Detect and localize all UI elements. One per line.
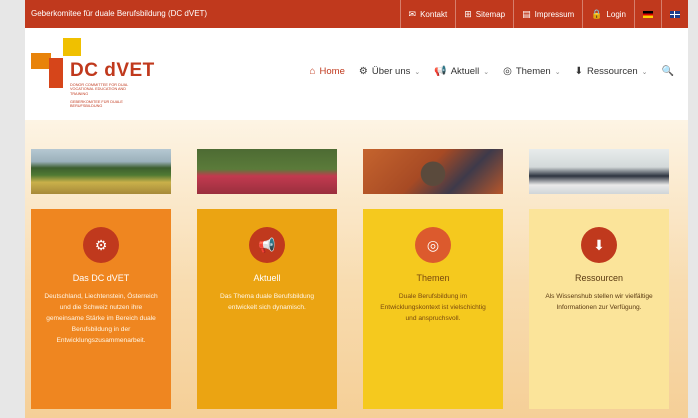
nav-aktuell[interactable]: 📢 Aktuell ⌄	[434, 66, 489, 77]
card-title: Aktuell	[253, 273, 281, 283]
page: Geberkomitee für duale Berufsbildung (DC…	[25, 0, 688, 418]
nav-themen-label: Themen	[515, 66, 551, 77]
impressum-link[interactable]: ▤ Impressum	[513, 0, 582, 28]
megaphone-icon: 📢	[249, 227, 285, 263]
chevron-down-icon: ⌄	[554, 68, 561, 76]
hero-section: ⚙ Das DC dVET Deutschland, Liechtenstein…	[25, 120, 688, 418]
gears-icon: ⚙	[358, 66, 368, 77]
nav-home[interactable]: ⌂ Home	[309, 66, 344, 77]
card-text: Das Thema duale Berufsbildung entwickelt…	[219, 293, 315, 311]
logo[interactable]: DC dVET DONOR COMMITTEE FOR DUAL VOCATIO…	[31, 38, 171, 114]
card-das-dc-dvet[interactable]: ⚙ Das DC dVET Deutschland, Liechtenstein…	[31, 209, 171, 409]
target-icon: ◎	[415, 227, 451, 263]
logo-square-red	[49, 58, 63, 88]
header: DC dVET DONOR COMMITTEE FOR DUAL VOCATIO…	[25, 28, 688, 120]
card-title: Ressourcen	[574, 273, 624, 283]
language-de[interactable]	[634, 0, 661, 28]
impressum-label: Impressum	[534, 9, 575, 19]
login-label: Login	[606, 9, 626, 19]
main-nav: ⌂ Home ⚙ Über uns ⌄ 📢 Aktuell ⌄ ◎ Themen…	[309, 66, 674, 77]
de-flag-icon	[643, 10, 653, 18]
card-ressourcen[interactable]: ⬇ Ressourcen Als Wissenshub stellen wir …	[529, 209, 669, 409]
nav-ueber-uns[interactable]: ⚙ Über uns ⌄	[359, 66, 420, 77]
sitemap-link[interactable]: ⊞ Sitemap	[455, 0, 513, 28]
nav-aktuell-label: Aktuell	[450, 66, 480, 77]
photo-farmer-field[interactable]	[31, 149, 171, 194]
contact-label: Kontakt	[420, 9, 448, 19]
mail-icon: ✉	[408, 8, 417, 19]
search-icon: 🔍	[661, 66, 674, 77]
card-aktuell[interactable]: 📢 Aktuell Das Thema duale Berufsbildung …	[197, 209, 337, 409]
search-button[interactable]: 🔍	[662, 66, 674, 77]
document-icon: ▤	[522, 8, 531, 19]
login-link[interactable]: 🔒 Login	[582, 0, 634, 28]
logo-title: DC dVET	[70, 60, 155, 81]
sitemap-icon: ⊞	[464, 8, 472, 19]
download-icon: ⬇	[574, 66, 583, 77]
photo-workshop-circle[interactable]	[363, 149, 503, 194]
lock-icon: 🔒	[591, 8, 603, 19]
language-en[interactable]	[661, 0, 688, 28]
card-title: Themen	[416, 273, 450, 283]
card-title: Das DC dVET	[72, 273, 130, 283]
logo-subtitle-de: GEBERKOMITEE FÜR DUALE BERUFSBILDUNG	[70, 100, 123, 109]
chevron-down-icon: ⌄	[641, 68, 648, 76]
top-nav: ✉ Kontakt ⊞ Sitemap ▤ Impressum 🔒 Login	[399, 0, 688, 28]
contact-link[interactable]: ✉ Kontakt	[399, 0, 456, 28]
nav-ressourcen-label: Ressourcen	[586, 66, 638, 77]
card-text: Duale Berufsbildung im Entwicklungskonte…	[380, 293, 486, 322]
en-flag-icon	[670, 10, 680, 18]
logo-square-yellow	[63, 38, 81, 56]
gears-icon: ⚙	[83, 227, 119, 263]
logo-square-orange	[31, 53, 51, 69]
sitemap-label: Sitemap	[475, 9, 506, 19]
photo-women-group[interactable]	[197, 149, 337, 194]
target-icon: ◎	[503, 66, 512, 77]
nav-home-label: Home	[319, 66, 345, 77]
photo-classroom[interactable]	[529, 149, 669, 194]
logo-subtitle-en: DONOR COMMITTEE FOR DUAL VOCATIONAL EDUC…	[70, 83, 129, 96]
top-bar: Geberkomitee für duale Berufsbildung (DC…	[25, 0, 688, 28]
nav-ressourcen[interactable]: ⬇ Ressourcen ⌄	[575, 66, 648, 77]
home-icon: ⌂	[309, 66, 316, 77]
card-text: Als Wissenshub stellen wir vielfältige I…	[545, 293, 653, 311]
chevron-down-icon: ⌄	[414, 68, 421, 76]
card-themen[interactable]: ◎ Themen Duale Berufsbildung im Entwickl…	[363, 209, 503, 409]
nav-ueber-uns-label: Über uns	[371, 66, 411, 77]
chevron-down-icon: ⌄	[483, 68, 490, 76]
site-name[interactable]: Geberkomitee für duale Berufsbildung (DC…	[31, 0, 207, 28]
card-text: Deutschland, Liechtenstein, Österreich u…	[44, 293, 158, 344]
download-icon: ⬇	[581, 227, 617, 263]
nav-themen[interactable]: ◎ Themen ⌄	[503, 66, 560, 77]
megaphone-icon: 📢	[434, 66, 447, 77]
